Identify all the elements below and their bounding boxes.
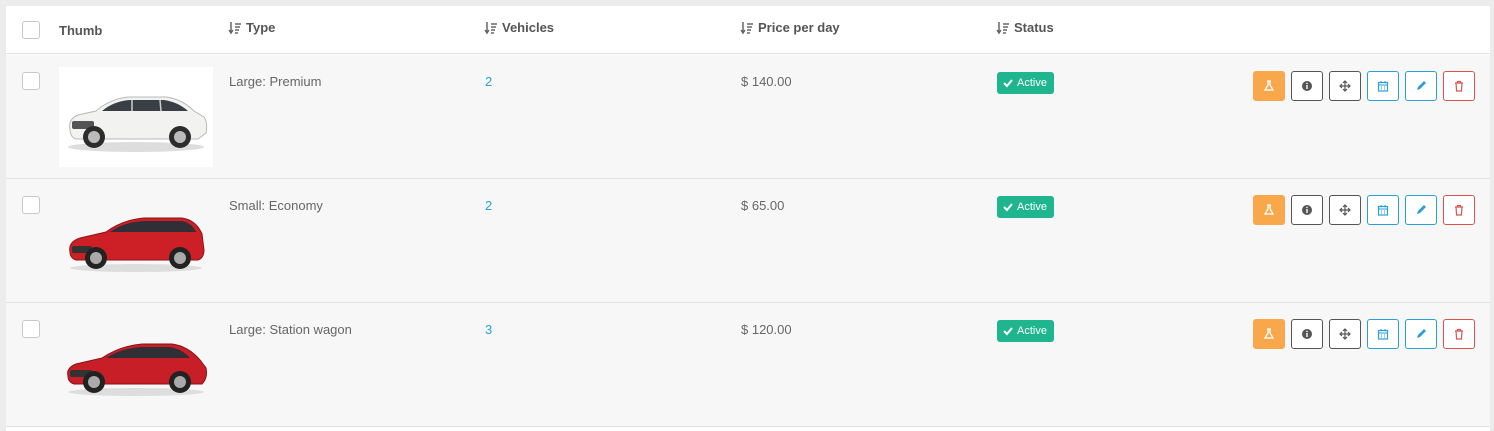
sort-icon — [740, 21, 753, 34]
header-thumb: Thumb — [59, 23, 102, 38]
row-actions — [1253, 195, 1475, 225]
car-thumbnail — [59, 191, 213, 291]
table-row: Small: Economy 2 $ 65.00 Active — [6, 179, 1490, 303]
row-actions — [1253, 71, 1475, 101]
flask-icon — [1263, 328, 1275, 339]
red-hatchback-image — [69, 217, 205, 272]
row-type: Large: Station wagon — [229, 322, 352, 337]
flask-icon — [1263, 204, 1275, 215]
header-status[interactable]: Status — [996, 20, 1054, 35]
header-thumb-label: Thumb — [59, 23, 103, 38]
delete-button[interactable] — [1443, 319, 1475, 349]
status-label: Active — [1017, 325, 1047, 337]
move-icon — [1339, 328, 1351, 340]
pencil-icon — [1417, 205, 1426, 214]
row-checkbox[interactable] — [22, 72, 40, 90]
sort-icon — [484, 21, 497, 34]
status-badge[interactable]: Active — [997, 72, 1054, 94]
header-type-label: Type — [246, 20, 276, 35]
trash-icon — [1455, 80, 1463, 92]
table-header: Thumb Type Vehicles Price per day Status — [6, 6, 1490, 54]
info-button[interactable] — [1291, 195, 1323, 225]
table-row: Large: Premium 2 $ 140.00 Active — [6, 55, 1490, 179]
status-label: Active — [1017, 77, 1047, 89]
delete-button[interactable] — [1443, 195, 1475, 225]
white-sedan-image — [68, 96, 208, 152]
row-vehicles-link[interactable]: 2 — [485, 74, 492, 89]
header-status-label: Status — [1014, 20, 1054, 35]
header-type[interactable]: Type — [228, 20, 275, 35]
calendar-icon — [1377, 205, 1389, 216]
row-checkbox[interactable] — [22, 196, 40, 214]
row-type: Small: Economy — [229, 198, 323, 213]
edit-button[interactable] — [1405, 71, 1437, 101]
row-checkbox[interactable] — [22, 320, 40, 338]
status-label: Active — [1017, 201, 1047, 213]
calendar-icon — [1377, 81, 1389, 92]
check-icon — [1003, 327, 1013, 336]
test-button[interactable] — [1253, 71, 1285, 101]
info-icon — [1302, 205, 1312, 215]
edit-button[interactable] — [1405, 319, 1437, 349]
car-types-table: Thumb Type Vehicles Price per day Status — [6, 6, 1490, 431]
header-price[interactable]: Price per day — [740, 20, 840, 35]
row-actions — [1253, 319, 1475, 349]
calendar-icon — [1377, 329, 1389, 340]
info-button[interactable] — [1291, 319, 1323, 349]
pencil-icon — [1417, 81, 1426, 90]
move-icon — [1339, 204, 1351, 216]
info-icon — [1302, 81, 1312, 91]
row-vehicles-link[interactable]: 2 — [485, 198, 492, 213]
check-icon — [1003, 203, 1013, 212]
status-badge[interactable]: Active — [997, 196, 1054, 218]
check-icon — [1003, 79, 1013, 88]
move-button[interactable] — [1329, 195, 1361, 225]
calendar-button[interactable] — [1367, 319, 1399, 349]
table-row: Large: Station wagon 3 $ 120.00 Active — [6, 303, 1490, 427]
red-sedan-image — [67, 343, 207, 396]
move-button[interactable] — [1329, 71, 1361, 101]
header-price-label: Price per day — [758, 20, 840, 35]
move-icon — [1339, 80, 1351, 92]
calendar-button[interactable] — [1367, 71, 1399, 101]
row-vehicles-link[interactable]: 3 — [485, 322, 492, 337]
sort-icon — [228, 21, 241, 34]
delete-button[interactable] — [1443, 71, 1475, 101]
select-all-checkbox[interactable] — [22, 21, 40, 39]
row-price: $ 65.00 — [741, 198, 785, 213]
test-button[interactable] — [1253, 319, 1285, 349]
row-price: $ 140.00 — [741, 74, 792, 89]
info-button[interactable] — [1291, 71, 1323, 101]
row-price: $ 120.00 — [741, 322, 792, 337]
header-vehicles-label: Vehicles — [502, 20, 555, 35]
header-vehicles[interactable]: Vehicles — [484, 20, 554, 35]
sort-icon — [996, 21, 1009, 34]
edit-button[interactable] — [1405, 195, 1437, 225]
info-icon — [1302, 329, 1312, 339]
trash-icon — [1455, 204, 1463, 216]
calendar-button[interactable] — [1367, 195, 1399, 225]
trash-icon — [1455, 328, 1463, 340]
move-button[interactable] — [1329, 319, 1361, 349]
car-thumbnail — [59, 67, 213, 167]
pencil-icon — [1417, 329, 1426, 338]
row-type: Large: Premium — [229, 74, 322, 89]
car-thumbnail — [59, 315, 213, 415]
flask-icon — [1263, 80, 1275, 91]
test-button[interactable] — [1253, 195, 1285, 225]
status-badge[interactable]: Active — [997, 320, 1054, 342]
